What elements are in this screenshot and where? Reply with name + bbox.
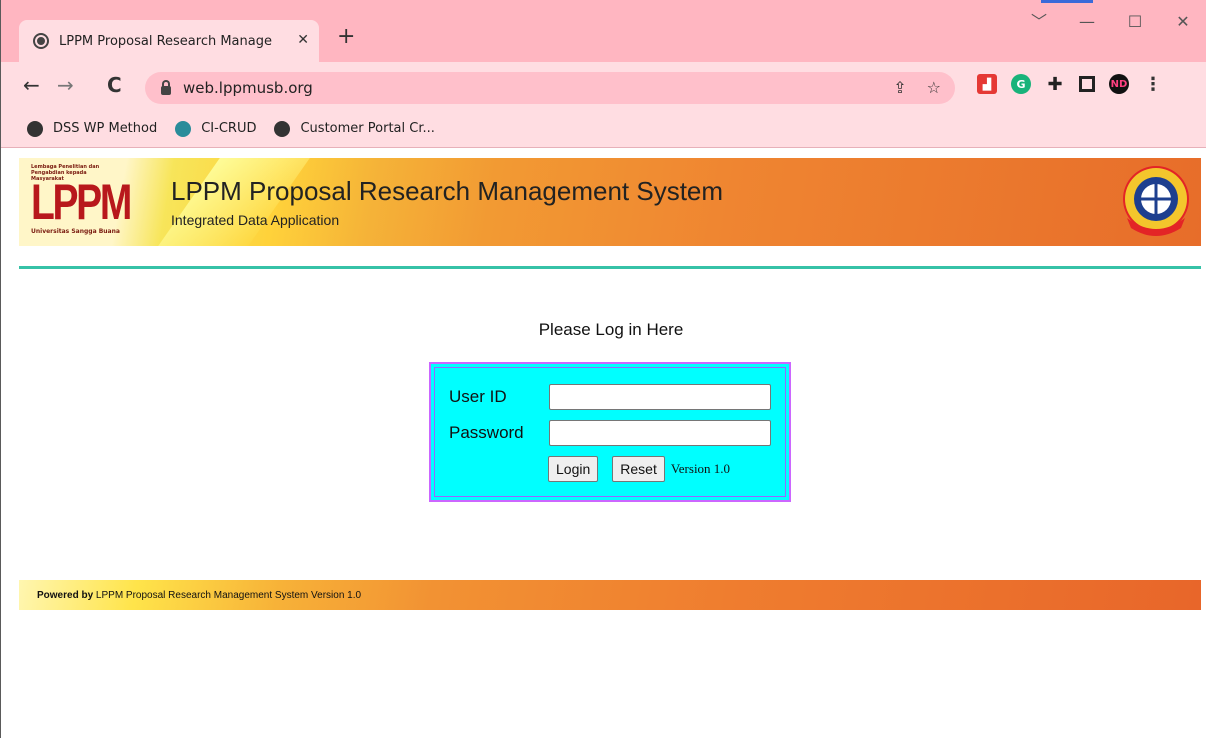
university-seal <box>1123 166 1189 236</box>
window-accent <box>1041 0 1093 3</box>
browser-toolbar: ← → C web.lppmusb.org ⇪ ☆ ▟ G ✚ ND ⋮ <box>1 62 1206 110</box>
bookmarks-bar: DSS WP Method CI-CRUD Customer Portal Cr… <box>1 110 1206 148</box>
site-footer: Powered by LPPM Proposal Research Manage… <box>19 580 1201 610</box>
header-divider <box>19 266 1201 269</box>
footer-system-text: LPPM Proposal Research Management System… <box>95 589 362 601</box>
profile-avatar[interactable]: ND <box>1109 74 1129 94</box>
password-row: Password <box>449 420 771 446</box>
logo-text: LPPM <box>31 174 132 230</box>
address-bar[interactable]: web.lppmusb.org ⇪ ☆ <box>145 72 955 104</box>
bookmark-dss-wp[interactable]: DSS WP Method <box>27 120 158 137</box>
version-label: Version 1.0 <box>670 461 731 476</box>
bookmark-star-icon[interactable]: ☆ <box>927 78 941 97</box>
user-id-row: User ID <box>449 384 771 410</box>
red-extension-icon[interactable]: ▟ <box>977 74 997 94</box>
puzzle-icon[interactable]: ✚ <box>1045 74 1065 95</box>
globe-icon <box>27 120 43 137</box>
bookmark-label: Customer Portal Cr... <box>300 121 435 136</box>
password-input[interactable] <box>549 420 771 446</box>
user-id-label: User ID <box>449 387 507 406</box>
login-form: User ID Password Login Reset Version 1.0 <box>429 362 791 502</box>
reset-button[interactable]: Reset <box>612 456 665 482</box>
close-window-button[interactable]: ✕ <box>1159 8 1206 36</box>
site-icon <box>175 120 192 137</box>
url-text[interactable]: web.lppmusb.org <box>183 79 313 97</box>
powered-by-label: Powered by <box>37 589 94 601</box>
forward-arrow-icon[interactable]: → <box>57 73 74 97</box>
user-id-input[interactable] <box>549 384 771 410</box>
share-icon[interactable]: ⇪ <box>893 78 906 97</box>
browser-window: LPPM Proposal Research Manage ✕ + ﹀ — ☐ … <box>0 0 1206 738</box>
bookmark-customer-portal[interactable]: Customer Portal Cr... <box>274 120 435 137</box>
site-header-banner: Lembaga Penelitian dan Pengabdian kepada… <box>19 158 1201 246</box>
reload-icon[interactable]: C <box>107 73 122 97</box>
bookmark-ci-crud[interactable]: CI-CRUD <box>175 120 257 137</box>
grammarly-icon[interactable]: G <box>1011 74 1031 94</box>
window-controls: ﹀ — ☐ ✕ <box>1015 8 1206 36</box>
login-heading: Please Log in Here <box>538 320 684 339</box>
web-page: Lembaga Penelitian dan Pengabdian kepada… <box>1 149 1206 738</box>
tab-title: LPPM Proposal Research Manage <box>59 33 272 49</box>
new-tab-button[interactable]: + <box>337 26 355 48</box>
tab-search-button[interactable]: ﹀ <box>1015 8 1063 36</box>
back-arrow-icon[interactable]: ← <box>23 73 40 97</box>
login-button[interactable]: Login <box>548 456 599 482</box>
system-title: LPPM Proposal Research Management System <box>171 176 724 206</box>
globe-icon <box>33 33 49 49</box>
password-label: Password <box>449 423 524 442</box>
lppm-logo: Lembaga Penelitian dan Pengabdian kepada… <box>29 162 139 242</box>
logo-subtext: Universitas Sangga Buana <box>31 228 120 235</box>
tab-close-button[interactable]: ✕ <box>297 32 309 48</box>
bookmark-label: CI-CRUD <box>201 121 257 136</box>
maximize-button[interactable]: ☐ <box>1111 8 1159 36</box>
lock-icon[interactable] <box>161 79 171 95</box>
system-subtitle: Integrated Data Application <box>171 212 340 228</box>
tab-strip: LPPM Proposal Research Manage ✕ + ﹀ — ☐ … <box>1 0 1206 62</box>
action-row: Login Reset Version 1.0 <box>548 456 730 482</box>
bookmark-label: DSS WP Method <box>53 121 158 136</box>
side-panel-icon[interactable] <box>1079 76 1095 92</box>
minimize-button[interactable]: — <box>1063 8 1111 36</box>
menu-icon[interactable]: ⋮ <box>1143 74 1163 95</box>
footer-text: Powered by LPPM Proposal Research Manage… <box>37 590 361 601</box>
globe-icon <box>274 120 291 137</box>
browser-tab[interactable]: LPPM Proposal Research Manage ✕ <box>19 20 319 62</box>
